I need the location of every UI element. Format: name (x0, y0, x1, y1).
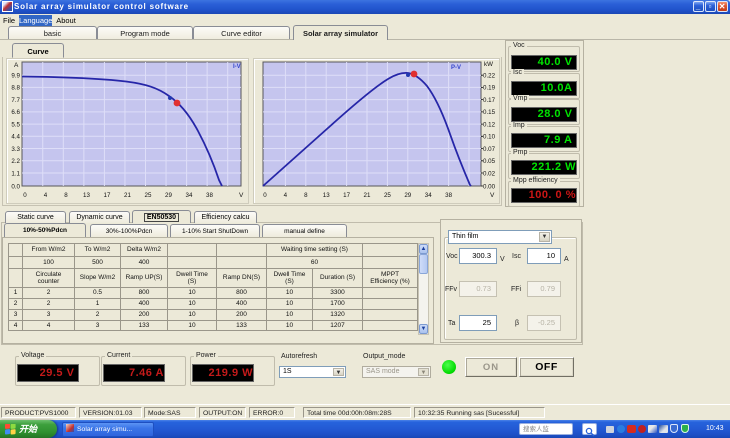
svg-text:25: 25 (145, 192, 152, 199)
svg-text:0.22: 0.22 (483, 73, 496, 80)
svg-text:4.4: 4.4 (11, 134, 20, 141)
svg-text:0.05: 0.05 (483, 158, 496, 165)
svg-text:8: 8 (64, 192, 68, 199)
svg-text:25: 25 (384, 192, 391, 199)
svg-text:8: 8 (304, 192, 308, 199)
svg-text:4: 4 (44, 192, 48, 199)
svg-text:29: 29 (404, 192, 411, 199)
svg-text:2.2: 2.2 (11, 158, 20, 165)
svg-text:38: 38 (206, 192, 213, 199)
svg-text:29: 29 (165, 192, 172, 199)
svg-text:0.17: 0.17 (483, 97, 496, 104)
svg-text:0.12: 0.12 (483, 121, 496, 128)
svg-text:A: A (14, 62, 19, 69)
svg-text:0.00: 0.00 (483, 184, 496, 191)
svg-text:17: 17 (343, 192, 350, 199)
svg-text:8.8: 8.8 (11, 85, 20, 92)
svg-text:34: 34 (425, 192, 432, 199)
svg-text:5.5: 5.5 (11, 121, 20, 128)
svg-text:0.10: 0.10 (483, 134, 496, 141)
svg-text:9.9: 9.9 (11, 73, 20, 80)
svg-text:0.15: 0.15 (483, 109, 496, 116)
svg-text:13: 13 (323, 192, 330, 199)
svg-text:21: 21 (364, 192, 371, 199)
svg-text:1.1: 1.1 (11, 170, 20, 177)
svg-text:0.07: 0.07 (483, 146, 496, 153)
svg-text:4: 4 (284, 192, 288, 199)
svg-text:0.02: 0.02 (483, 170, 496, 177)
svg-text:I-V: I-V (233, 64, 241, 70)
svg-text:0.0: 0.0 (11, 184, 20, 191)
svg-text:34: 34 (186, 192, 193, 199)
svg-text:kW: kW (484, 61, 493, 68)
svg-text:21: 21 (124, 192, 131, 199)
svg-text:0: 0 (23, 192, 27, 199)
svg-text:3.3: 3.3 (11, 146, 20, 153)
svg-text:V: V (490, 192, 495, 199)
svg-text:V: V (239, 192, 244, 199)
svg-text:P-V: P-V (451, 65, 461, 71)
svg-text:0: 0 (263, 192, 267, 199)
svg-text:7.7: 7.7 (11, 97, 20, 104)
svg-text:17: 17 (104, 192, 111, 199)
svg-text:0.19: 0.19 (483, 85, 496, 92)
svg-text:38: 38 (445, 192, 452, 199)
svg-text:6.6: 6.6 (11, 109, 20, 116)
svg-text:13: 13 (83, 192, 90, 199)
